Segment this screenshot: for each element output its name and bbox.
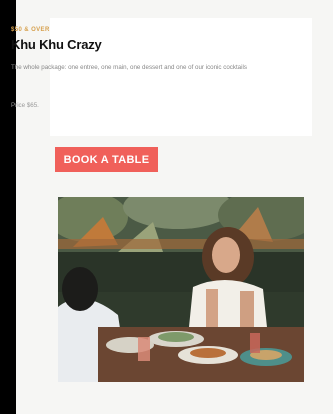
offer-title: Khu Khu Crazy bbox=[11, 37, 102, 52]
restaurant-photo bbox=[58, 197, 304, 382]
offer-price: Price $65. bbox=[11, 102, 39, 109]
offer-description: The whole package: one entree, one main,… bbox=[11, 64, 247, 71]
offer-card bbox=[50, 18, 312, 136]
offer-kicker: $50 & OVER bbox=[11, 27, 50, 33]
book-a-table-button[interactable]: BOOK A TABLE bbox=[55, 147, 158, 172]
